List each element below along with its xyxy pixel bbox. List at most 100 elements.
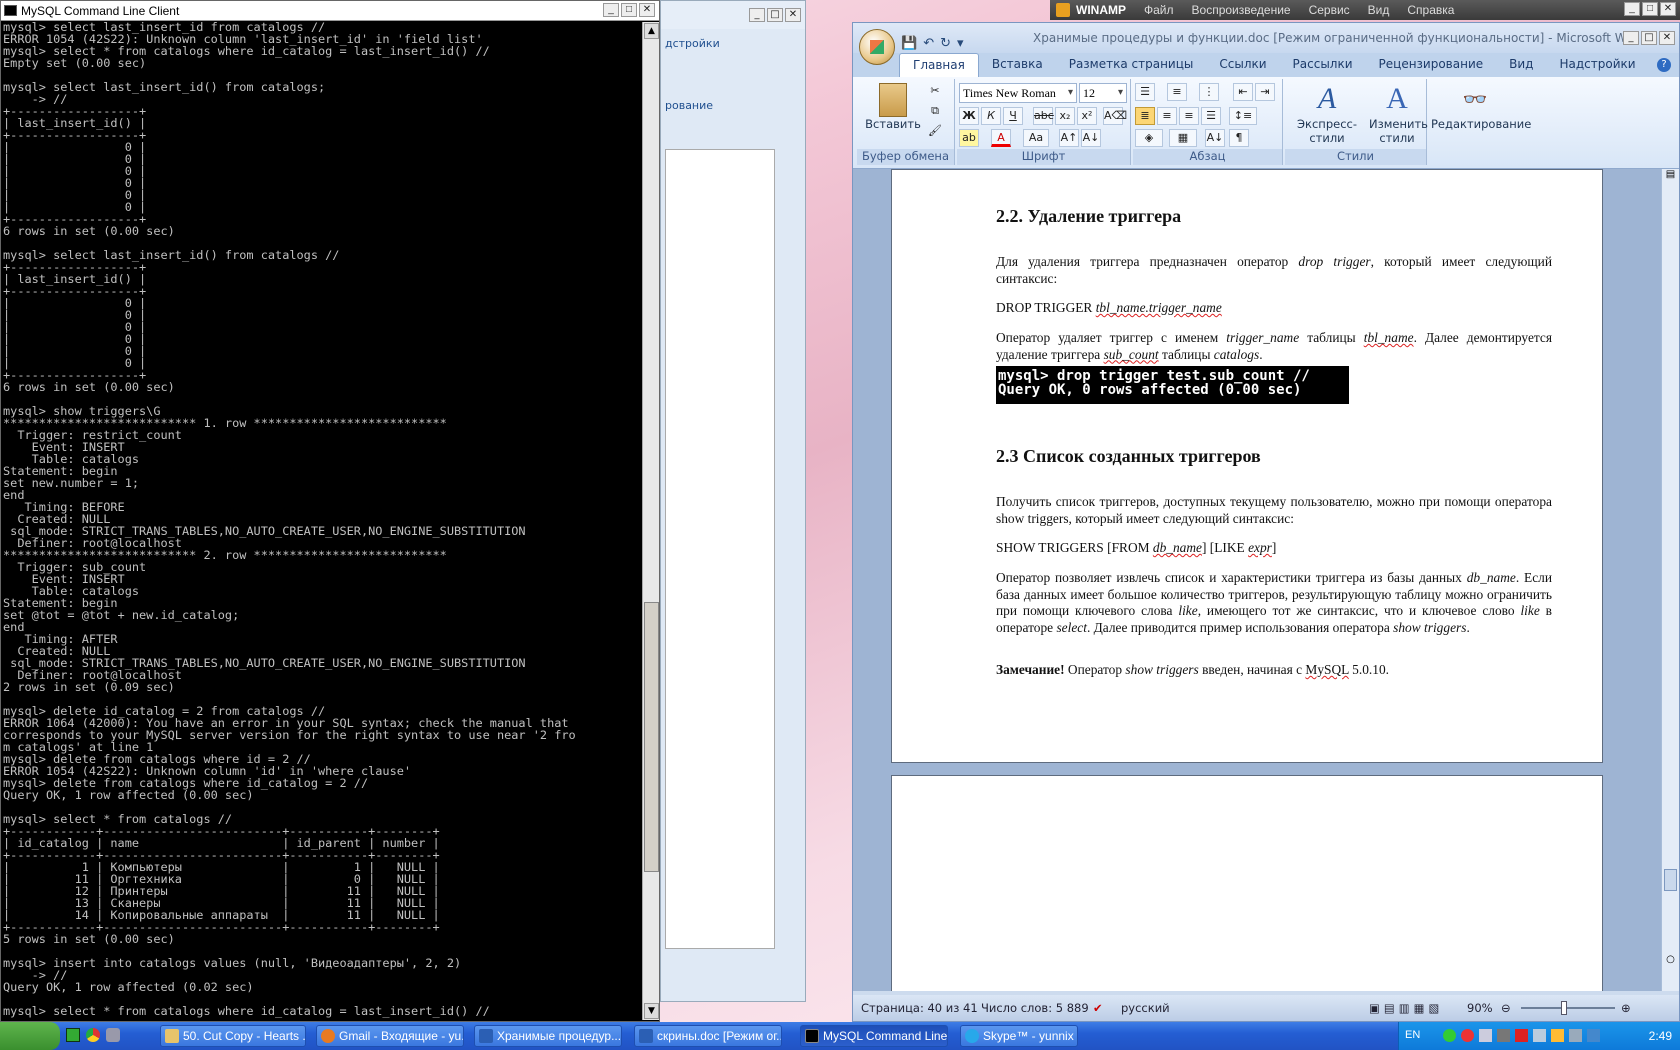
word-count[interactable]: Число слов: 5 889 (981, 995, 1089, 1021)
paste-button[interactable]: Вставить (863, 83, 923, 131)
strikethrough-icon[interactable]: abc (1033, 107, 1054, 125)
taskbar-button-gmail[interactable]: Gmail - Входящие - yu... (316, 1025, 464, 1047)
zoom-slider-thumb[interactable] (1561, 1001, 1567, 1015)
office-button-icon[interactable] (859, 29, 895, 65)
spellcheck-icon[interactable]: ✔ (1093, 995, 1103, 1021)
page-indicator[interactable]: Страница: 40 из 41 (861, 995, 978, 1021)
clear-format-icon[interactable]: A⌫ (1103, 107, 1127, 125)
chrome-icon[interactable] (86, 1028, 100, 1042)
align-left-icon[interactable]: ≣ (1135, 107, 1155, 125)
tab-addins-partial[interactable]: дстройки (665, 37, 720, 50)
justify-icon[interactable]: ☰ (1201, 107, 1221, 125)
minimize-button[interactable]: _ (1623, 31, 1639, 45)
zoom-level[interactable]: 90% (1467, 995, 1493, 1021)
view-buttons[interactable]: ▣▤▥▦▧ (1369, 995, 1443, 1021)
document-scrollbar[interactable]: ▤ ○ (1661, 169, 1679, 991)
winamp-menu-file[interactable]: Файл (1144, 3, 1174, 17)
maximize-button[interactable]: □ (767, 8, 783, 22)
word-window[interactable]: 💾 ↶ ↻ ▾ Хранимые процедуры и функции.doc… (852, 22, 1680, 1022)
borders-icon[interactable]: ▦ (1169, 129, 1197, 147)
zoom-in-icon[interactable]: ⊕ (1621, 995, 1631, 1021)
shield-tray-icon[interactable] (1497, 1029, 1510, 1042)
start-button[interactable] (0, 1022, 60, 1050)
shrink-font-icon[interactable]: A↓ (1081, 129, 1101, 147)
grow-font-icon[interactable]: A↑ (1059, 129, 1079, 147)
tab-mailings[interactable]: Рассылки (1280, 53, 1366, 77)
ruler-toggle-icon[interactable]: ▤ (1662, 169, 1679, 185)
align-right-icon[interactable]: ≡ (1179, 107, 1199, 125)
increase-indent-icon[interactable]: ⇥ (1255, 83, 1275, 101)
console-titlebar[interactable]: MySQL Command Line Client _ □ ✕ (1, 1, 659, 21)
editing-partial[interactable]: рование (665, 99, 713, 112)
safely-remove-tray-icon[interactable] (1569, 1029, 1582, 1042)
bullets-icon[interactable]: ☰ (1135, 83, 1155, 101)
tab-insert[interactable]: Вставка (979, 53, 1056, 77)
update-tray-icon[interactable] (1551, 1029, 1564, 1042)
word-titlebar[interactable]: 💾 ↶ ↻ ▾ Хранимые процедуры и функции.doc… (853, 23, 1679, 65)
taskbar-button-word-procedures[interactable]: Хранимые процедур... (474, 1025, 622, 1047)
subscript-icon[interactable]: x₂ (1055, 107, 1075, 125)
copy-icon[interactable]: ⧉ (925, 103, 945, 121)
change-styles-button[interactable]: A Изменить стили (1369, 81, 1428, 145)
scroll-up-arrow-icon[interactable]: ▲ (644, 23, 659, 39)
winamp-window[interactable]: WINAMP Файл Воспроизведение Сервис Вид С… (1050, 0, 1680, 20)
app-icon[interactable] (106, 1028, 120, 1042)
format-painter-icon[interactable]: 🖌 (925, 123, 945, 141)
tab-view[interactable]: Вид (1496, 53, 1546, 77)
tab-addins[interactable]: Надстройки (1546, 53, 1648, 77)
minimize-button[interactable]: _ (603, 3, 619, 17)
font-name-combo[interactable]: Times New Roman (959, 83, 1077, 103)
document-area[interactable]: 2.2. Удаление триггера Для удаления триг… (853, 169, 1663, 991)
console-scrollbar[interactable]: ▲ ▼ (642, 22, 659, 1020)
network-tray-icon[interactable] (1479, 1029, 1492, 1042)
winamp-menu-view[interactable]: Вид (1368, 3, 1390, 17)
close-button[interactable]: ✕ (1659, 31, 1675, 45)
decrease-indent-icon[interactable]: ⇤ (1233, 83, 1253, 101)
winamp-menu-playback[interactable]: Воспроизведение (1192, 3, 1291, 17)
express-styles-button[interactable]: A Экспресс-стили (1287, 81, 1367, 145)
taskbar-button-word-screens[interactable]: скрины.doc [Режим ог... (634, 1025, 782, 1047)
change-case-icon[interactable]: Aa (1023, 129, 1049, 147)
taskbar-button-mysql[interactable]: MySQL Command Line ... (800, 1025, 948, 1047)
browse-object-icon[interactable]: ○ (1664, 954, 1677, 965)
document-page[interactable] (891, 775, 1603, 991)
antivirus-tray-icon[interactable] (1461, 1029, 1474, 1042)
font-color-icon[interactable]: A (991, 129, 1011, 147)
sort-icon[interactable]: A↓ (1205, 129, 1225, 147)
scroll-thumb[interactable] (644, 602, 659, 872)
zoom-out-icon[interactable]: ⊖ (1501, 995, 1511, 1021)
multilevel-list-icon[interactable]: ⋮ (1199, 83, 1219, 101)
maximize-button[interactable]: □ (1641, 31, 1657, 45)
underline-icon[interactable]: Ч (1003, 107, 1023, 125)
flag-tray-icon[interactable] (1587, 1029, 1600, 1042)
scroll-thumb[interactable] (1664, 869, 1677, 891)
bold-icon[interactable]: Ж (959, 107, 979, 125)
font-size-combo[interactable]: 12 (1079, 83, 1127, 103)
minimize-button[interactable]: _ (1624, 2, 1640, 16)
desktop-icon[interactable] (66, 1028, 80, 1042)
language-indicator[interactable]: русский (1121, 995, 1170, 1021)
tab-page-layout[interactable]: Разметка страницы (1056, 53, 1207, 77)
mysql-console-window[interactable]: MySQL Command Line Client _ □ ✕ mysql> s… (0, 0, 660, 1022)
numbering-icon[interactable]: ≡ (1167, 83, 1187, 101)
superscript-icon[interactable]: x² (1077, 107, 1097, 125)
volume-tray-icon[interactable] (1533, 1029, 1546, 1042)
close-button[interactable]: ✕ (785, 8, 801, 22)
console-output[interactable]: mysql> select last_insert_id from catalo… (3, 21, 641, 1019)
language-indicator[interactable]: EN (1405, 1029, 1420, 1041)
zoom-slider[interactable] (1521, 1007, 1615, 1009)
align-center-icon[interactable]: ≡ (1157, 107, 1177, 125)
editing-button[interactable]: 👓 Редактирование (1431, 81, 1531, 131)
close-button[interactable]: ✕ (639, 3, 655, 17)
keyboard-layout-tray-icon[interactable] (1515, 1029, 1528, 1042)
document-page[interactable]: 2.2. Удаление триггера Для удаления триг… (891, 169, 1603, 763)
tab-references[interactable]: Ссылки (1206, 53, 1279, 77)
line-spacing-icon[interactable]: ↕≡ (1229, 107, 1257, 125)
background-word-window[interactable]: _ □ ✕ дстройки рование (660, 0, 806, 1002)
winamp-menu-help[interactable]: Справка (1407, 3, 1454, 17)
help-icon[interactable]: ? (1657, 58, 1671, 72)
show-marks-icon[interactable]: ¶ (1229, 129, 1249, 147)
cut-icon[interactable]: ✂ (925, 83, 945, 101)
clock[interactable]: 2:49 (1649, 1029, 1672, 1043)
shading-icon[interactable]: ◈ (1135, 129, 1163, 147)
